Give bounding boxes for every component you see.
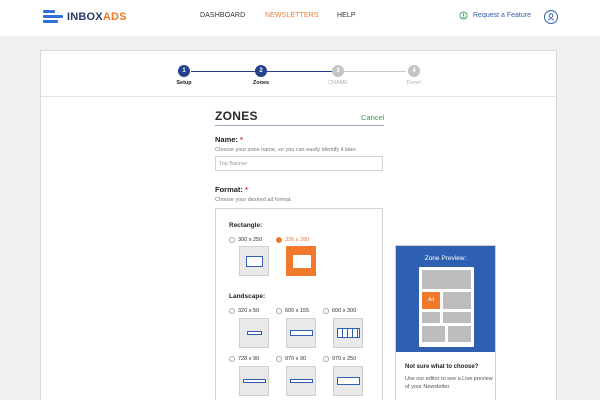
radio-button[interactable] bbox=[323, 308, 329, 314]
rectangle-section-label: Rectangle: bbox=[229, 222, 263, 229]
format-thumb-970x250[interactable] bbox=[333, 366, 363, 396]
zone-preview-panel: Zone Preview: Ad Not sure what to choose… bbox=[395, 245, 496, 400]
title-divider bbox=[215, 125, 384, 126]
required-mark: * bbox=[240, 135, 243, 144]
top-navigation-bar: INBOXADS DASHBOARD NEWSLETTERS HELP Requ… bbox=[0, 0, 600, 36]
logo-icon bbox=[43, 10, 63, 23]
step-done: 4 Done! bbox=[394, 65, 434, 86]
radio-button[interactable] bbox=[276, 237, 282, 243]
step-label: Done! bbox=[406, 80, 422, 86]
format-thumb-970x90[interactable] bbox=[286, 366, 316, 396]
name-field-help: Choose your zone name, so you can easily… bbox=[215, 147, 357, 153]
ad-placeholder: Ad bbox=[422, 292, 440, 309]
format-thumb-728x90[interactable] bbox=[239, 366, 269, 396]
step-number: 4 bbox=[408, 65, 420, 77]
format-thumb-300x250[interactable] bbox=[239, 246, 269, 276]
newsletter-mockup: Ad bbox=[419, 267, 474, 347]
zone-preview-title: Zone Preview: bbox=[424, 255, 467, 262]
radio-button[interactable] bbox=[276, 356, 282, 362]
cancel-button[interactable]: Cancel bbox=[361, 113, 384, 122]
step-label: Setup bbox=[176, 80, 192, 86]
nav-help[interactable]: HELP bbox=[337, 12, 356, 19]
lightbulb-icon bbox=[459, 11, 468, 20]
format-option-600x155[interactable]: 600 x 155 bbox=[276, 308, 309, 314]
format-field-label: Format: * bbox=[215, 185, 248, 194]
radio-button[interactable] bbox=[323, 356, 329, 362]
radio-button[interactable] bbox=[229, 356, 235, 362]
radio-button[interactable] bbox=[229, 308, 235, 314]
step-setup[interactable]: 1 Setup bbox=[164, 65, 204, 86]
zone-name-input[interactable]: Top Banner bbox=[215, 156, 383, 171]
format-option-970x90[interactable]: 970 x 90 bbox=[276, 356, 306, 362]
user-avatar-icon[interactable] bbox=[544, 10, 558, 24]
nav-dashboard[interactable]: DASHBOARD bbox=[200, 12, 245, 19]
format-option-970x250[interactable]: 970 x 250 bbox=[323, 356, 356, 362]
format-options-panel: Rectangle: 300 x 250 336 x 280 Landscape… bbox=[215, 208, 383, 400]
step-number: 2 bbox=[255, 65, 267, 77]
stepper-divider bbox=[41, 96, 556, 97]
format-option-728x90[interactable]: 728 x 90 bbox=[229, 356, 259, 362]
step-number: 1 bbox=[178, 65, 190, 77]
step-label: Zones bbox=[252, 80, 270, 86]
format-option-336x280[interactable]: 336 x 280 bbox=[276, 237, 309, 243]
format-option-300x250[interactable]: 300 x 250 bbox=[229, 237, 262, 243]
required-mark: * bbox=[245, 185, 248, 194]
page-title: ZONES bbox=[215, 109, 258, 123]
nav-newsletters[interactable]: NEWSLETTERS bbox=[265, 12, 319, 19]
preview-description: Use our editor to see a Live preview of … bbox=[405, 376, 493, 390]
inboxads-logo[interactable]: INBOXADS bbox=[43, 10, 127, 23]
step-number: 3 bbox=[332, 65, 344, 77]
logo-text: INBOXADS bbox=[67, 10, 127, 23]
name-field-label: Name: * bbox=[215, 135, 243, 144]
landscape-section-label: Landscape: bbox=[229, 293, 266, 300]
step-cname: 3 CNAME bbox=[318, 65, 358, 86]
format-thumb-600x300[interactable] bbox=[333, 318, 363, 348]
format-thumb-336x280[interactable] bbox=[286, 246, 316, 276]
preview-question: Not sure what to choose? bbox=[405, 364, 479, 370]
request-feature-label: Request a Feature bbox=[473, 12, 531, 19]
request-feature-link[interactable]: Request a Feature bbox=[459, 11, 531, 20]
step-label: CNAME bbox=[328, 80, 348, 86]
radio-button[interactable] bbox=[276, 308, 282, 314]
radio-button[interactable] bbox=[229, 237, 235, 243]
format-option-320x50[interactable]: 320 x 50 bbox=[229, 308, 259, 314]
format-thumb-600x155[interactable] bbox=[286, 318, 316, 348]
format-field-help: Choose your desired ad format. bbox=[215, 197, 293, 203]
format-option-600x300[interactable]: 600 x 300 bbox=[323, 308, 356, 314]
step-zones[interactable]: 2 Zones bbox=[241, 65, 281, 86]
format-thumb-320x50[interactable] bbox=[239, 318, 269, 348]
zone-preview-header: Zone Preview: Ad bbox=[396, 246, 495, 352]
